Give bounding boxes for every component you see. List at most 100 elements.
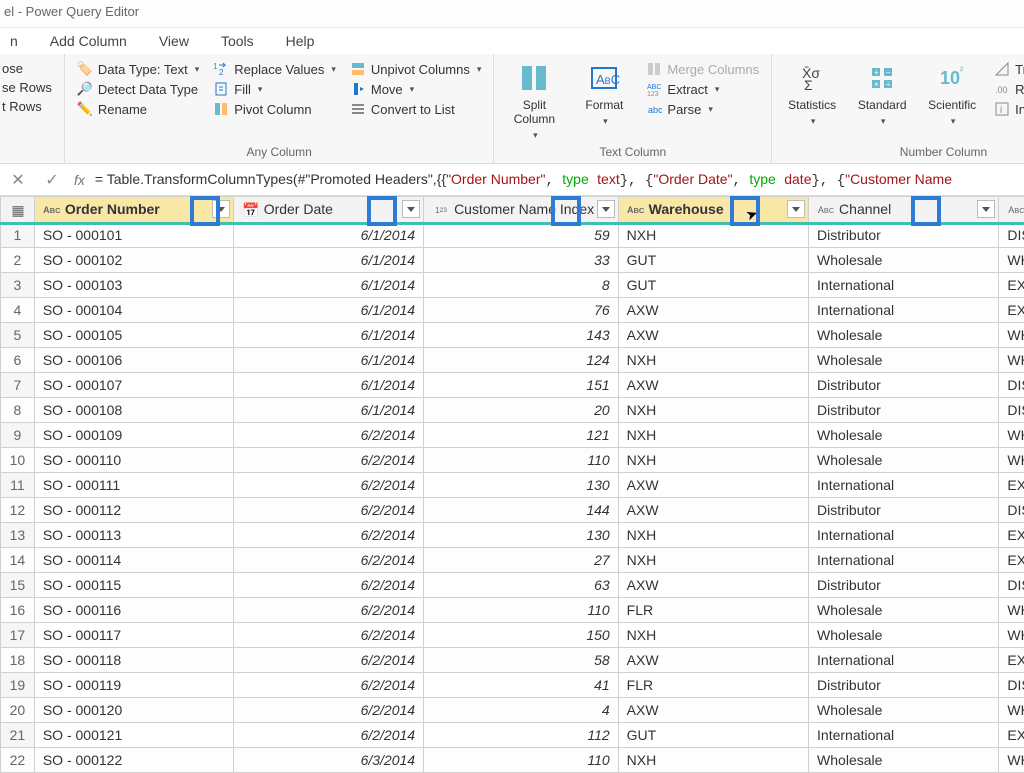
cell-order_date[interactable]: 6/1/2014	[233, 323, 423, 348]
table-row[interactable]: 13SO - 0001136/2/2014130NXHInternational…	[1, 523, 1024, 548]
row-number[interactable]: 22	[1, 748, 35, 773]
cell-warehouse[interactable]: NXH	[618, 523, 808, 548]
ribbon-statistics[interactable]: X̄σΣ Statistics▾	[782, 60, 842, 127]
ribbon-unpivot[interactable]: Unpivot Columns▾	[348, 60, 484, 78]
cell-warehouse[interactable]: NXH	[618, 348, 808, 373]
cell-order_date[interactable]: 6/2/2014	[233, 548, 423, 573]
cell-warehouse[interactable]: AXW	[618, 698, 808, 723]
table-row[interactable]: 20SO - 0001206/2/20144AXWWholesaleWHOL	[1, 698, 1024, 723]
cell-channel[interactable]: Distributor	[809, 223, 999, 248]
cell-order_date[interactable]: 6/2/2014	[233, 523, 423, 548]
cell-warehouse[interactable]: NXH	[618, 748, 808, 773]
cell-channel[interactable]: International	[809, 298, 999, 323]
cell-channel[interactable]: Distributor	[809, 398, 999, 423]
menu-add-column[interactable]: Add Column	[42, 30, 135, 52]
cell-channel[interactable]: International	[809, 648, 999, 673]
cell-channel_co[interactable]: WHOL	[999, 448, 1024, 473]
row-number[interactable]: 5	[1, 323, 35, 348]
menu-tools[interactable]: Tools	[213, 30, 262, 52]
table-row[interactable]: 18SO - 0001186/2/201458AXWInternationalE…	[1, 648, 1024, 673]
cell-channel_co[interactable]: EXPO	[999, 273, 1024, 298]
filter-dropdown-icon[interactable]	[212, 200, 230, 218]
ribbon-item-transpose[interactable]: ose	[0, 60, 54, 77]
row-number[interactable]: 10	[1, 448, 35, 473]
cell-channel_co[interactable]: WHOL	[999, 698, 1024, 723]
cell-order_number[interactable]: SO - 000103	[34, 273, 233, 298]
cell-channel_co[interactable]: EXPO	[999, 523, 1024, 548]
table-row[interactable]: 10SO - 0001106/2/2014110NXHWholesaleWHOL	[1, 448, 1024, 473]
cell-channel_co[interactable]: DIST	[999, 373, 1024, 398]
cell-order_number[interactable]: SO - 000117	[34, 623, 233, 648]
cell-order_date[interactable]: 6/2/2014	[233, 423, 423, 448]
ribbon-parse[interactable]: abcParse▾	[644, 100, 761, 118]
cell-order_date[interactable]: 6/2/2014	[233, 498, 423, 523]
cell-channel_co[interactable]: DIST	[999, 223, 1024, 248]
table-row[interactable]: 7SO - 0001076/1/2014151AXWDistributorDIS…	[1, 373, 1024, 398]
cell-channel_co[interactable]: WHOL	[999, 748, 1024, 773]
cell-order_date[interactable]: 6/1/2014	[233, 248, 423, 273]
ribbon-pivot-column[interactable]: Pivot Column	[211, 100, 338, 118]
cell-cust_index[interactable]: 27	[424, 548, 619, 573]
cell-channel[interactable]: International	[809, 548, 999, 573]
table-row[interactable]: 8SO - 0001086/1/201420NXHDistributorDIST	[1, 398, 1024, 423]
table-row[interactable]: 2SO - 0001026/1/201433GUTWholesaleWHOL	[1, 248, 1024, 273]
cell-cust_index[interactable]: 150	[424, 623, 619, 648]
cell-channel[interactable]: Wholesale	[809, 748, 999, 773]
row-number[interactable]: 4	[1, 298, 35, 323]
cell-channel[interactable]: International	[809, 473, 999, 498]
cell-order_date[interactable]: 6/1/2014	[233, 298, 423, 323]
cell-warehouse[interactable]: GUT	[618, 248, 808, 273]
cell-channel_co[interactable]: DIST	[999, 398, 1024, 423]
cell-warehouse[interactable]: NXH	[618, 223, 808, 248]
cell-order_number[interactable]: SO - 000114	[34, 548, 233, 573]
cell-cust_index[interactable]: 4	[424, 698, 619, 723]
column-header-order_number[interactable]: ABCOrder Number	[34, 197, 233, 223]
column-header-warehouse[interactable]: ABCWarehouse	[618, 197, 808, 223]
cell-order_number[interactable]: SO - 000113	[34, 523, 233, 548]
row-number[interactable]: 16	[1, 598, 35, 623]
table-row[interactable]: 22SO - 0001226/3/2014110NXHWholesaleWHOL	[1, 748, 1024, 773]
cell-channel_co[interactable]: EXPO	[999, 473, 1024, 498]
cell-channel_co[interactable]: DIST	[999, 673, 1024, 698]
cell-warehouse[interactable]: AXW	[618, 573, 808, 598]
cell-order_number[interactable]: SO - 000107	[34, 373, 233, 398]
cell-channel_co[interactable]: EXPO	[999, 548, 1024, 573]
cell-order_number[interactable]: SO - 000109	[34, 423, 233, 448]
ribbon-trigonometry[interactable]: Trigonometry▾	[992, 60, 1024, 78]
cell-warehouse[interactable]: AXW	[618, 473, 808, 498]
row-number[interactable]: 12	[1, 498, 35, 523]
cell-cust_index[interactable]: 41	[424, 673, 619, 698]
cell-cust_index[interactable]: 76	[424, 298, 619, 323]
cell-cust_index[interactable]: 124	[424, 348, 619, 373]
cell-warehouse[interactable]: NXH	[618, 623, 808, 648]
cell-cust_index[interactable]: 8	[424, 273, 619, 298]
cell-cust_index[interactable]: 151	[424, 373, 619, 398]
filter-dropdown-icon[interactable]	[977, 200, 995, 218]
cell-cust_index[interactable]: 130	[424, 523, 619, 548]
ribbon-convert-to-list[interactable]: Convert to List	[348, 100, 484, 118]
ribbon-rounding[interactable]: .00Rounding▾	[992, 80, 1024, 98]
cell-order_date[interactable]: 6/1/2014	[233, 398, 423, 423]
row-number[interactable]: 6	[1, 348, 35, 373]
cell-order_date[interactable]: 6/3/2014	[233, 748, 423, 773]
ribbon-replace-values[interactable]: 12Replace Values▾	[211, 60, 338, 78]
cell-order_number[interactable]: SO - 000121	[34, 723, 233, 748]
cell-warehouse[interactable]: AXW	[618, 323, 808, 348]
cell-cust_index[interactable]: 130	[424, 473, 619, 498]
table-row[interactable]: 19SO - 0001196/2/201441FLRDistributorDIS…	[1, 673, 1024, 698]
cell-channel[interactable]: Wholesale	[809, 248, 999, 273]
cell-cust_index[interactable]: 112	[424, 723, 619, 748]
cell-order_date[interactable]: 6/1/2014	[233, 373, 423, 398]
row-number[interactable]: 17	[1, 623, 35, 648]
cell-warehouse[interactable]: AXW	[618, 648, 808, 673]
ribbon-scientific[interactable]: 10² Scientific▾	[922, 60, 982, 127]
cell-order_number[interactable]: SO - 000115	[34, 573, 233, 598]
ribbon-standard[interactable]: +−×÷ Standard▾	[852, 60, 912, 127]
cell-channel[interactable]: Distributor	[809, 573, 999, 598]
cell-warehouse[interactable]: AXW	[618, 498, 808, 523]
cell-order_date[interactable]: 6/1/2014	[233, 348, 423, 373]
cell-warehouse[interactable]: NXH	[618, 398, 808, 423]
cell-cust_index[interactable]: 59	[424, 223, 619, 248]
row-number[interactable]: 13	[1, 523, 35, 548]
cell-order_date[interactable]: 6/2/2014	[233, 698, 423, 723]
